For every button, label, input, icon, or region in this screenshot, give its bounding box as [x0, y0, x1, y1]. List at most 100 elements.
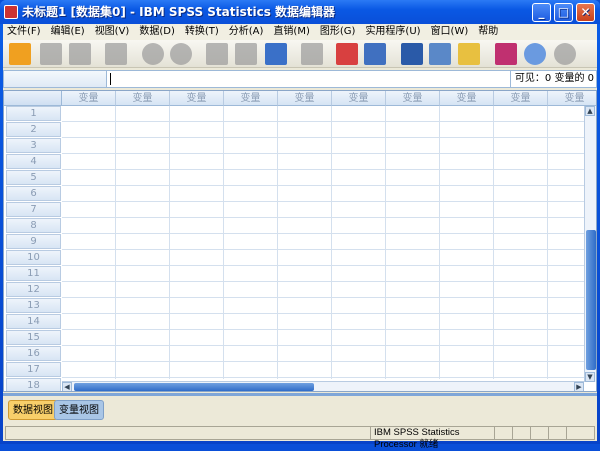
menu-item[interactable]: 实用程序(U) — [361, 24, 426, 40]
value-labels-icon[interactable] — [495, 43, 517, 65]
row-header[interactable]: 11 — [6, 266, 61, 281]
row-header[interactable]: 18 — [6, 378, 61, 391]
goto-variable-icon[interactable] — [235, 43, 257, 65]
grid-line — [62, 249, 584, 250]
row-header[interactable]: 16 — [6, 346, 61, 361]
row-header[interactable]: 6 — [6, 186, 61, 201]
row-header[interactable]: 14 — [6, 314, 61, 329]
menu-item[interactable]: 数据(D) — [135, 24, 181, 40]
row-header[interactable]: 3 — [6, 138, 61, 153]
row-header[interactable]: 1 — [6, 106, 61, 121]
insert-variable-icon[interactable] — [364, 43, 386, 65]
row-header[interactable]: 10 — [6, 250, 61, 265]
row-header[interactable]: 8 — [6, 218, 61, 233]
row-header[interactable]: 7 — [6, 202, 61, 217]
menu-item[interactable]: 窗口(W) — [427, 24, 475, 40]
window-title: 未标题1 [数据集0] - IBM SPSS Statistics 数据编辑器 — [22, 5, 336, 19]
close-button[interactable]: ✕ — [576, 3, 595, 22]
horizontal-scrollbar[interactable]: ◀ ▶ — [62, 381, 584, 391]
client-area: 文件(F) 编辑(E) 视图(V) 数据(D) 转换(T) 分析(A) 直销(M) 图形(G)… — [3, 24, 597, 450]
grid-line — [62, 313, 584, 314]
grid-corner[interactable] — [4, 91, 62, 106]
column-header[interactable]: 变量 — [494, 91, 548, 106]
grid-line — [62, 153, 584, 154]
show-all-variables-icon[interactable] — [554, 43, 576, 65]
status-cell — [494, 427, 511, 439]
grid-line — [62, 233, 584, 234]
row-header[interactable]: 13 — [6, 298, 61, 313]
column-header[interactable]: 变量 — [224, 91, 278, 106]
row-header[interactable]: 12 — [6, 282, 61, 297]
view-tabs: 数据视图 变量视图 — [3, 396, 597, 424]
menu-item[interactable]: 分析(A) — [225, 24, 270, 40]
row-header[interactable]: 15 — [6, 330, 61, 345]
redo-icon[interactable] — [170, 43, 192, 65]
data-grid[interactable]: 1 2 3 4 5 6 7 8 9 10 11 12 13 14 15 16 17 18 ▲ ▼ ◀ ▶ 变量 变量… — [3, 90, 597, 392]
row-header[interactable]: 5 — [6, 170, 61, 185]
maximize-button[interactable]: □ — [554, 3, 573, 22]
insert-cases-icon[interactable] — [336, 43, 358, 65]
scroll-up-icon[interactable]: ▲ — [585, 106, 595, 116]
cell-value-input[interactable] — [110, 73, 111, 85]
menu-item[interactable]: 转换(T) — [181, 24, 225, 40]
grid-line — [62, 201, 584, 202]
menu-item[interactable]: 文件(F) — [3, 24, 47, 40]
column-header[interactable]: 变量 — [440, 91, 494, 106]
scroll-left-icon[interactable]: ◀ — [62, 382, 72, 391]
column-header[interactable]: 变量 — [386, 91, 440, 106]
dialog-recall-icon[interactable] — [105, 43, 127, 65]
menu-item[interactable]: 帮助 — [474, 24, 504, 40]
use-sets-icon[interactable] — [524, 43, 546, 65]
column-header[interactable]: 变量 — [548, 91, 596, 106]
split-file-icon[interactable] — [401, 43, 423, 65]
row-header[interactable]: 2 — [6, 122, 61, 137]
weight-cases-icon[interactable] — [429, 43, 451, 65]
row-header[interactable]: 9 — [6, 234, 61, 249]
grid-line — [62, 345, 584, 346]
grid-line — [62, 361, 584, 362]
open-icon[interactable] — [9, 43, 31, 65]
toolbar — [3, 40, 597, 68]
scroll-down-icon[interactable]: ▼ — [585, 372, 595, 382]
vertical-scrollbar[interactable]: ▲ ▼ — [584, 106, 596, 382]
grid-line — [62, 137, 584, 138]
minimize-button[interactable]: _ — [532, 3, 551, 22]
grid-line — [62, 185, 584, 186]
grid-line — [223, 106, 224, 379]
menu-item[interactable]: 图形(G) — [316, 24, 362, 40]
scroll-right-icon[interactable]: ▶ — [574, 382, 584, 391]
variables-icon[interactable] — [265, 43, 287, 65]
find-icon[interactable] — [301, 43, 323, 65]
column-header[interactable]: 变量 — [62, 91, 116, 106]
menu-item[interactable]: 直销(M) — [269, 24, 315, 40]
row-header[interactable]: 4 — [6, 154, 61, 169]
save-icon[interactable] — [40, 43, 62, 65]
select-cases-icon[interactable] — [458, 43, 480, 65]
grid-line — [169, 106, 170, 379]
menu-item[interactable]: 视图(V) — [91, 24, 136, 40]
grid-line — [62, 169, 584, 170]
cell-name-box[interactable] — [4, 71, 107, 87]
print-icon[interactable] — [69, 43, 91, 65]
grid-line — [331, 106, 332, 379]
horizontal-scroll-thumb[interactable] — [74, 383, 314, 391]
grid-line — [62, 121, 584, 122]
grid-line — [62, 281, 584, 282]
visible-count: 可见：0 变量的 0 — [509, 71, 596, 87]
column-header[interactable]: 变量 — [278, 91, 332, 106]
row-header[interactable]: 17 — [6, 362, 61, 377]
grid-line — [62, 265, 584, 266]
vertical-scroll-thumb[interactable] — [586, 230, 596, 370]
goto-case-icon[interactable] — [206, 43, 228, 65]
grid-line — [277, 106, 278, 379]
menu-item[interactable]: 编辑(E) — [47, 24, 91, 40]
column-header[interactable]: 变量 — [116, 91, 170, 106]
tab-variable-view[interactable]: 变量视图 — [54, 400, 104, 420]
tab-data-view[interactable]: 数据视图 — [8, 400, 58, 420]
grid-line — [115, 106, 116, 379]
grid-line — [62, 297, 584, 298]
column-header[interactable]: 变量 — [170, 91, 224, 106]
undo-icon[interactable] — [142, 43, 164, 65]
status-cell — [512, 427, 529, 439]
column-header[interactable]: 变量 — [332, 91, 386, 106]
